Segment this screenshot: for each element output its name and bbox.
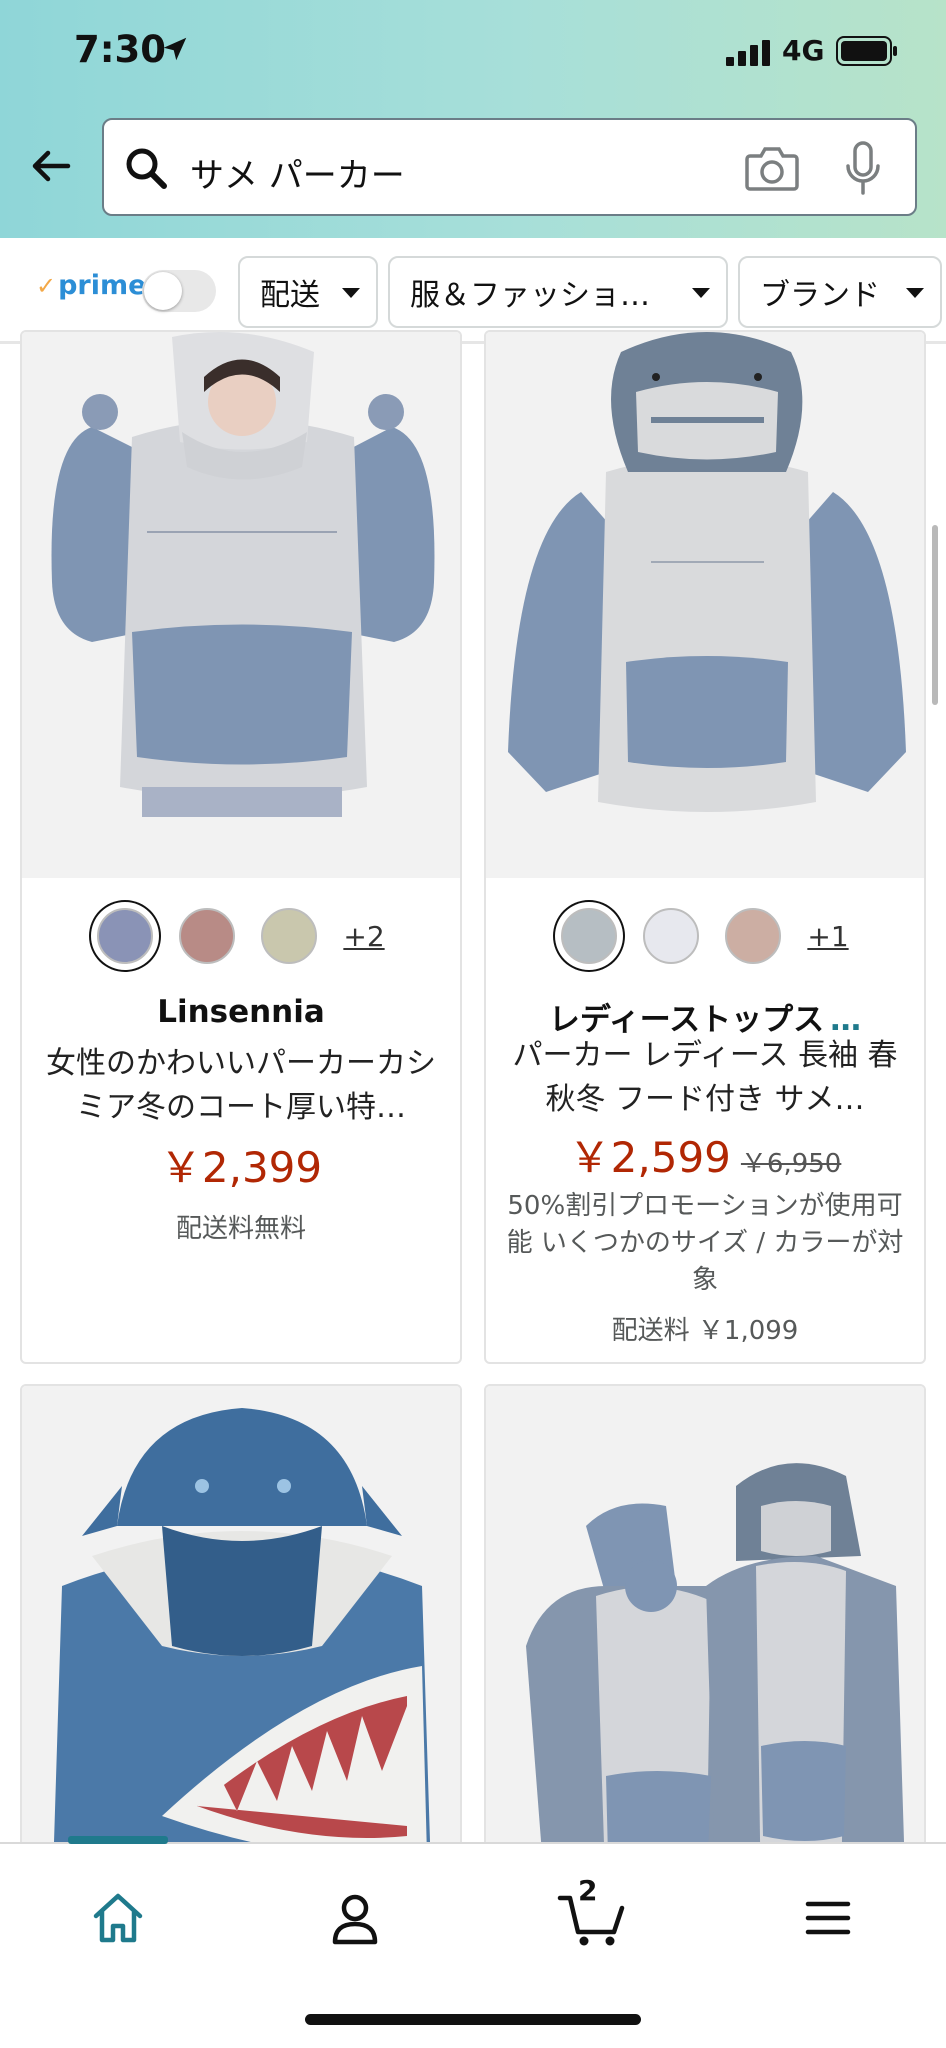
product-card[interactable]: +2 Linsennia 女性のかわいいパーカーカシミア冬のコート厚い特… ￥2… xyxy=(20,330,462,1364)
product-title[interactable]: パーカー レディース 長袖 春秋冬 フード付き サメ… xyxy=(508,1034,902,1122)
filter-chip-fashion[interactable]: 服＆ファッショ… xyxy=(388,256,728,328)
list-price: ￥6,950 xyxy=(740,1149,842,1179)
more-colors-link[interactable]: +2 xyxy=(343,920,384,953)
product-brand: Linsennia xyxy=(157,994,325,1030)
brand-more-icon[interactable]: … xyxy=(830,1002,861,1038)
product-card[interactable] xyxy=(20,1384,462,1904)
color-swatch[interactable] xyxy=(725,908,782,964)
product-image[interactable] xyxy=(22,332,460,878)
color-swatch[interactable] xyxy=(261,908,318,964)
color-swatch[interactable] xyxy=(97,908,154,964)
shark-hoodie-image xyxy=(22,332,460,878)
promotion-text[interactable]: 50%割引プロモーションが使用可能 いくつかのサイズ / カラーが対象 xyxy=(506,1188,904,1299)
camera-icon[interactable] xyxy=(744,142,800,194)
filter-chip-brand[interactable]: ブランド xyxy=(738,256,942,328)
signal-icon xyxy=(726,40,770,66)
header: 7:30 4G サメ パーカー xyxy=(0,0,946,238)
product-card[interactable]: +1 レディーストップス… パーカー レディース 長袖 春秋冬 フード付き サメ… xyxy=(484,330,926,1364)
product-image[interactable] xyxy=(486,1386,924,1902)
prime-logo: ✓prime xyxy=(36,270,146,301)
product-brand-text: レディーストップス xyxy=(548,1002,825,1038)
color-swatch[interactable] xyxy=(643,908,700,964)
cart-icon[interactable] xyxy=(556,1888,628,1948)
shark-hoodie-image xyxy=(486,332,924,878)
toggle-knob xyxy=(144,272,182,310)
color-swatches: +1 xyxy=(486,906,924,966)
product-price: ￥2,399 xyxy=(159,1143,323,1192)
color-swatch[interactable] xyxy=(561,908,618,964)
product-brand: レディーストップス… xyxy=(486,994,924,1039)
menu-icon[interactable] xyxy=(798,1888,858,1948)
filter-chip-delivery[interactable]: 配送 xyxy=(238,256,378,328)
filter-bar: ✓prime 配送 服＆ファッショ… ブランド xyxy=(0,238,946,344)
product-card[interactable] xyxy=(484,1384,926,1904)
prime-check-icon: ✓ xyxy=(36,272,57,300)
product-price-row: ￥2,599 ￥6,950 xyxy=(486,1124,924,1185)
back-arrow-icon[interactable] xyxy=(28,143,74,189)
product-image[interactable] xyxy=(22,1386,460,1902)
search-query[interactable]: サメ パーカー xyxy=(190,148,405,197)
caret-down-icon xyxy=(906,288,924,298)
status-time: 7:30 xyxy=(74,28,167,71)
scroll-indicator xyxy=(932,525,938,705)
microphone-icon[interactable] xyxy=(844,140,882,196)
home-indicator xyxy=(305,2014,641,2025)
product-title[interactable]: 女性のかわいいパーカーカシミア冬のコート厚い特… xyxy=(44,1042,438,1130)
filter-chip-label: 配送 xyxy=(260,278,320,313)
color-swatches: +2 xyxy=(22,906,460,966)
product-price: ￥2,599 xyxy=(568,1133,731,1182)
network-type: 4G xyxy=(782,34,825,67)
filter-chip-label: ブランド xyxy=(760,278,880,313)
home-icon[interactable] xyxy=(88,1888,148,1948)
shipping-info: 配送料無料 xyxy=(175,1214,306,1244)
shipping-info: 配送料 ￥1,099 xyxy=(611,1316,799,1346)
prime-toggle[interactable] xyxy=(142,270,216,312)
battery-icon xyxy=(836,36,897,66)
account-icon[interactable] xyxy=(325,1888,385,1948)
filter-chip-label: 服＆ファッショ… xyxy=(410,278,650,313)
couple-shark-hoodie-image xyxy=(486,1386,924,1902)
shark-mouth-hoodie-image xyxy=(22,1386,460,1902)
location-arrow-icon xyxy=(163,37,187,61)
active-tab-indicator xyxy=(68,1836,168,1844)
prime-label: prime xyxy=(58,270,147,301)
caret-down-icon xyxy=(692,288,710,298)
more-colors-link[interactable]: +1 xyxy=(807,920,848,953)
search-field[interactable]: サメ パーカー xyxy=(102,118,917,216)
color-swatch[interactable] xyxy=(179,908,236,964)
search-icon xyxy=(126,148,167,189)
product-image[interactable] xyxy=(486,332,924,878)
caret-down-icon xyxy=(342,288,360,298)
